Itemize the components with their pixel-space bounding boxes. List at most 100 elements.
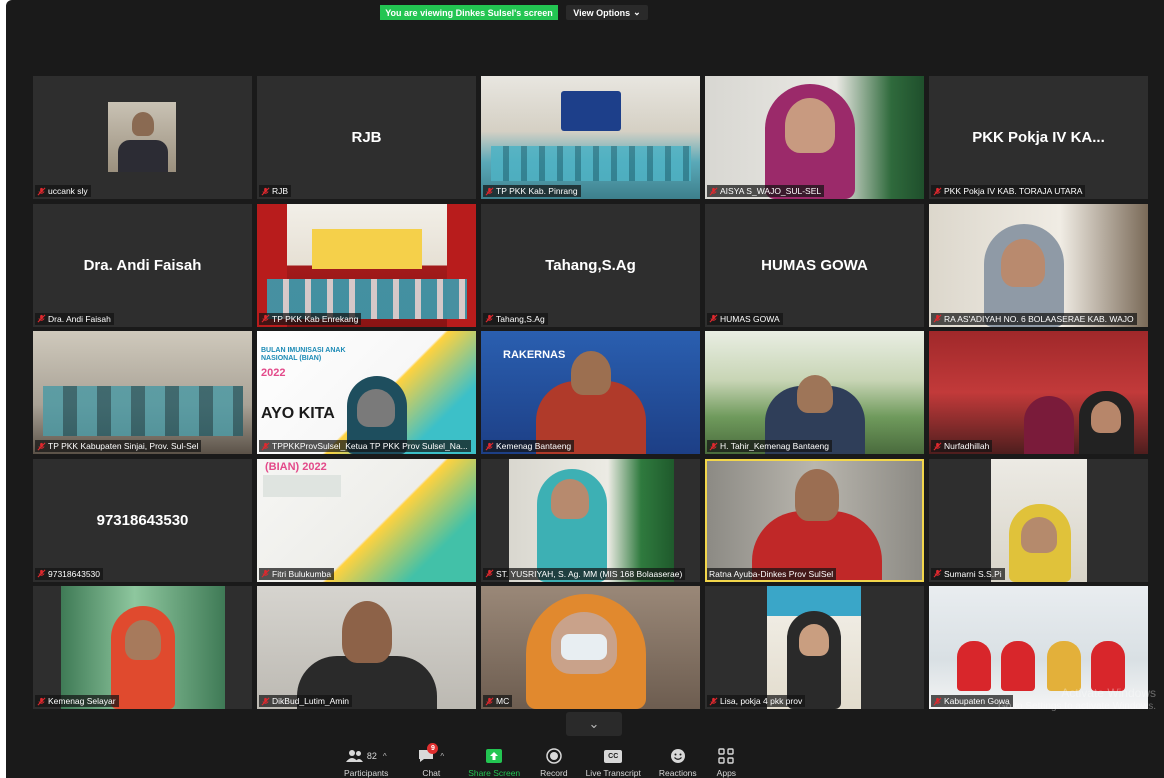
muted-mic-icon <box>709 442 718 450</box>
participant-tile[interactable]: RA AS'ADIYAH NO. 6 BOLAASERAE KAB. WAJO <box>929 203 1148 327</box>
participant-name-label: HUMAS GOWA <box>707 312 783 325</box>
participant-name: TP PKK Kab Enrekang <box>272 313 359 324</box>
participant-tile[interactable]: MC <box>481 586 700 709</box>
participant-name: MC <box>496 696 510 706</box>
bian-year-text: 2022 <box>261 367 286 379</box>
video-feed <box>929 331 1148 454</box>
view-options-label: View Options <box>573 7 631 18</box>
participant-display-name: HUMAS GOWA <box>761 256 868 274</box>
muted-mic-icon <box>709 314 718 323</box>
participant-tile[interactable]: H. Tahir_Kemenag Bantaeng <box>705 331 924 454</box>
video-feed <box>509 458 674 582</box>
chat-caret-icon[interactable]: ^ <box>440 752 444 761</box>
participant-tile[interactable]: (BIAN) 2022 Fitri Bulukumba <box>257 458 476 582</box>
video-feed <box>481 586 700 709</box>
apps-label: Apps <box>716 768 737 778</box>
participant-tile[interactable]: RJB RJB <box>257 76 476 199</box>
participant-name-label: AISYA S_WAJO_SUL-SEL <box>707 185 825 197</box>
gallery-grid: uccank sly RJB RJB TP PKK Kab. Pinrang A… <box>33 76 1148 709</box>
bian-year-text-2: (BIAN) 2022 <box>265 460 327 473</box>
view-options-button[interactable]: View Options ⌄ <box>566 5 648 20</box>
participant-tile[interactable]: Lisa, pokja 4 pkk prov <box>705 586 924 709</box>
muted-mic-icon <box>485 187 494 195</box>
watermark-title: Activate Windows <box>1061 686 1156 700</box>
apps-button[interactable]: Apps <box>709 744 744 778</box>
participant-name-label: 97318643530 <box>35 567 104 580</box>
muted-mic-icon <box>485 314 494 323</box>
participant-tile[interactable]: Kemenag Selayar <box>33 586 252 709</box>
chat-unread-badge: 9 <box>427 743 439 754</box>
muted-mic-icon <box>709 697 718 705</box>
participant-display-name: Dra. Andi Faisah <box>83 256 202 274</box>
activate-windows-watermark: Activate Windows Go to Settings to activ… <box>998 686 1156 714</box>
participant-name-label: Dra. Andi Faisah <box>35 312 114 325</box>
participant-name: Nurfadhillah <box>944 441 990 451</box>
participants-caret-icon[interactable]: ^ <box>383 752 387 761</box>
participant-tile[interactable]: Tahang,S.Ag Tahang,S.Ag <box>481 203 700 327</box>
record-button[interactable]: Record <box>532 744 575 778</box>
chevron-down-icon: ⌄ <box>633 7 641 17</box>
chat-button[interactable]: 9 ^ Chat <box>410 743 452 778</box>
participant-display-name: PKK Pokja IV KA... <box>972 129 1105 146</box>
participant-name: RJB <box>272 186 289 196</box>
live-transcript-button[interactable]: CC Live Transcript <box>578 744 649 778</box>
participants-label: Participants <box>344 768 389 778</box>
participant-tile[interactable]: RAKERNAS Kemenag Bantaeng <box>481 331 700 454</box>
participant-name-label: TP PKK Kab Enrekang <box>259 312 362 325</box>
participant-tile[interactable]: HUMAS GOWA HUMAS GOWA <box>705 203 924 327</box>
participant-tile[interactable]: 97318643530 97318643530 <box>33 458 252 582</box>
participant-tile[interactable]: ST. YUSRIYAH, S. Ag. MM (MIS 168 Bolaase… <box>481 458 700 582</box>
participant-name: Sumarni S.S.Pi <box>944 568 1002 579</box>
muted-mic-icon <box>37 314 46 323</box>
participant-name-label: Nurfadhillah <box>931 440 993 452</box>
participant-name: RA AS'ADIYAH NO. 6 BOLAASERAE KAB. WAJO <box>944 313 1134 324</box>
participant-name-label: uccank sly <box>35 185 91 197</box>
participant-display-name: 97318643530 <box>96 511 189 529</box>
participant-tile[interactable]: uccank sly <box>33 76 252 199</box>
muted-mic-icon <box>933 697 942 705</box>
participant-name: TPPKKProvSulsel_Ketua TP PKK Prov Sulsel… <box>272 441 468 451</box>
rakernas-text: RAKERNAS <box>503 349 566 361</box>
participant-name: Ratna Ayuba-Dinkes Prov SulSel <box>709 568 834 579</box>
video-feed <box>705 76 924 199</box>
participant-name: AISYA S_WAJO_SUL-SEL <box>720 186 822 196</box>
hide-toolbar-button[interactable]: ⌄ <box>566 712 622 736</box>
bian-title-text: BULAN IMUNISASI ANAK NASIONAL (BIAN) <box>261 347 346 362</box>
participant-tile[interactable]: Sumarni S.S.Pi <box>929 458 1148 582</box>
participant-name: H. Tahir_Kemenag Bantaeng <box>720 441 830 451</box>
participant-name-label: DikBud_Lutim_Amin <box>259 695 353 707</box>
video-feed: BULAN IMUNISASI ANAK NASIONAL (BIAN) 202… <box>257 331 476 454</box>
muted-mic-icon <box>261 697 270 705</box>
participant-name: PKK Pokja IV KAB. TORAJA UTARA <box>944 186 1083 196</box>
muted-mic-icon <box>933 442 942 450</box>
participant-tile[interactable]: TP PKK Kab Enrekang <box>257 203 476 327</box>
participant-name: Lisa, pokja 4 pkk prov <box>720 696 803 706</box>
participant-name-label: TP PKK Kabupaten Sinjai, Prov. Sul-Sel <box>35 440 202 452</box>
participants-button[interactable]: 82 ^ Participants <box>336 744 396 778</box>
muted-mic-icon <box>933 314 942 323</box>
reactions-button[interactable]: Reactions <box>651 744 705 778</box>
video-feed: RAKERNAS <box>481 331 700 454</box>
meeting-toolbar: 82 ^ Participants 9 ^ Chat Share Screen … <box>336 743 744 778</box>
participant-tile[interactable]: BULAN IMUNISASI ANAK NASIONAL (BIAN) 202… <box>257 331 476 454</box>
participant-tile[interactable]: Dra. Andi Faisah Dra. Andi Faisah <box>33 203 252 327</box>
share-screen-button[interactable]: Share Screen <box>460 744 528 778</box>
participant-tile[interactable]: TP PKK Kab. Pinrang <box>481 76 700 199</box>
muted-mic-icon <box>37 697 46 705</box>
apps-icon <box>718 748 735 764</box>
muted-mic-icon <box>485 569 494 578</box>
participant-name: Dra. Andi Faisah <box>48 313 111 324</box>
participant-name: uccank sly <box>48 186 88 196</box>
participant-tile[interactable]: Nurfadhillah <box>929 331 1148 454</box>
participant-tile[interactable]: DikBud_Lutim_Amin <box>257 586 476 709</box>
participant-tile[interactable]: AISYA S_WAJO_SUL-SEL <box>705 76 924 199</box>
participant-name: TP PKK Kab. Pinrang <box>496 186 578 196</box>
share-screen-icon <box>486 749 503 763</box>
live-transcript-label: Live Transcript <box>585 768 641 778</box>
meeting-window: You are viewing Dinkes Sulsel's screen V… <box>6 0 1164 778</box>
participant-tile-active-speaker[interactable]: Ratna Ayuba-Dinkes Prov SulSel <box>705 458 924 582</box>
participant-name: HUMAS GOWA <box>720 313 780 324</box>
record-icon <box>546 748 562 764</box>
participant-tile[interactable]: PKK Pokja IV KA... PKK Pokja IV KAB. TOR… <box>929 76 1148 199</box>
participant-tile[interactable]: TP PKK Kabupaten Sinjai, Prov. Sul-Sel <box>33 331 252 454</box>
